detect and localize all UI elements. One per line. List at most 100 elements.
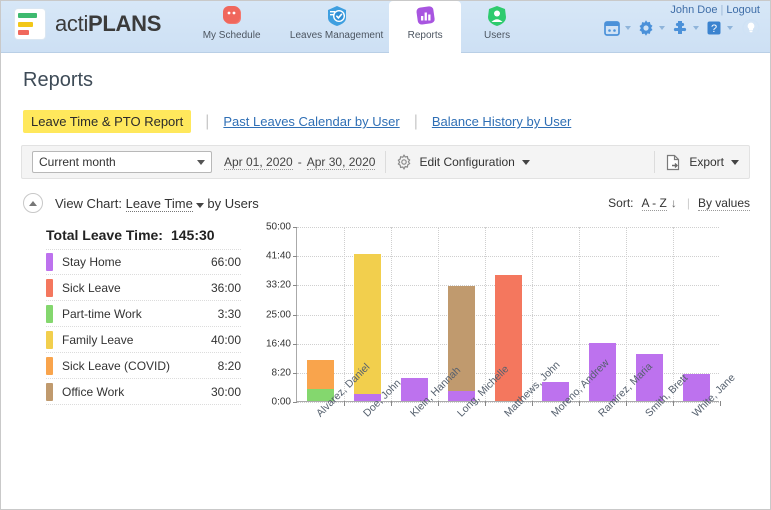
- chevron-down-icon[interactable]: [727, 26, 733, 30]
- total-leave-time: Total Leave Time:145:30: [46, 227, 241, 243]
- page-content: Reports Leave Time & PTO Report | Past L…: [1, 69, 770, 405]
- grid-line-vertical: [532, 227, 533, 401]
- grid-line-vertical: [438, 227, 439, 401]
- toolbar-spacer: [540, 146, 654, 178]
- y-axis-tick: [293, 402, 297, 403]
- bar-segment[interactable]: [307, 360, 333, 389]
- legend-label: Office Work: [62, 385, 211, 399]
- help-question-icon[interactable]: ?: [705, 19, 723, 37]
- legend-label: Sick Leave (COVID): [62, 359, 218, 373]
- sort-divider: |: [687, 196, 690, 210]
- grid-line-vertical: [485, 227, 486, 401]
- grid-line-vertical: [344, 227, 345, 401]
- period-section: Current month Apr 01, 2020-Apr 30, 2020: [22, 146, 385, 178]
- view-chart-dropdown[interactable]: Leave Time: [126, 196, 193, 212]
- chart-plot-wrapper: 0:008:2016:4025:0033:2041:4050:00 Alvare…: [241, 227, 750, 405]
- grid-line-vertical: [391, 227, 392, 401]
- y-axis-tick-label: 50:00: [266, 222, 291, 233]
- legend-row[interactable]: Part-time Work3:30: [46, 301, 241, 327]
- check-badge-icon: [324, 5, 350, 29]
- gear-icon[interactable]: [637, 19, 655, 37]
- chevron-down-icon: [731, 160, 739, 165]
- export-document-icon: [665, 154, 682, 171]
- date-dash: -: [298, 155, 302, 169]
- export-section[interactable]: Export: [655, 146, 749, 178]
- legend-value: 36:00: [211, 281, 241, 295]
- legend-color-swatch: [46, 383, 53, 401]
- legend-label: Sick Leave: [62, 281, 211, 295]
- user-name[interactable]: John Doe: [670, 4, 717, 16]
- period-select[interactable]: Current month: [32, 151, 212, 173]
- user-line: John Doe|Logout: [670, 4, 760, 16]
- y-axis-tick-label: 16:40: [266, 338, 291, 349]
- header-tool-icons: ?: [603, 19, 760, 37]
- y-axis-tick-label: 0:00: [272, 397, 291, 408]
- chevron-up-icon: [29, 201, 37, 206]
- report-toolbar: Current month Apr 01, 2020-Apr 30, 2020 …: [21, 145, 750, 179]
- nav-tab-users[interactable]: Users: [461, 1, 533, 53]
- logout-link[interactable]: Logout: [726, 4, 760, 16]
- date-to[interactable]: Apr 30, 2020: [307, 155, 376, 170]
- legend-label: Family Leave: [62, 333, 211, 347]
- legend-row[interactable]: Sick Leave (COVID)8:20: [46, 353, 241, 379]
- sort-alphabetical[interactable]: A - Z: [642, 196, 667, 211]
- sort-by-values[interactable]: By values: [698, 196, 750, 211]
- report-tab-leave-time-pto[interactable]: Leave Time & PTO Report: [23, 110, 191, 133]
- legend-color-swatch: [46, 331, 53, 349]
- report-tab-past-leaves-calendar[interactable]: Past Leaves Calendar by User: [223, 110, 399, 133]
- gear-icon: [396, 154, 412, 170]
- y-axis-tick-label: 25:00: [266, 309, 291, 320]
- chevron-down-icon[interactable]: [196, 203, 204, 208]
- date-from[interactable]: Apr 01, 2020: [224, 155, 293, 170]
- chevron-down-icon[interactable]: [625, 26, 631, 30]
- grid-line-vertical: [579, 227, 580, 401]
- logo-wordmark: actiPLANS: [55, 11, 161, 37]
- view-chart-label: View Chart:: [55, 196, 122, 211]
- y-axis-tick-label: 8:20: [272, 367, 291, 378]
- nav-tab-leaves-management[interactable]: Leaves Management: [284, 1, 389, 53]
- chevron-down-icon[interactable]: [659, 26, 665, 30]
- nav-tab-my-schedule[interactable]: My Schedule: [179, 1, 284, 53]
- period-select-value: Current month: [39, 155, 197, 169]
- calendar-icon[interactable]: [603, 19, 621, 37]
- legend-row[interactable]: Stay Home66:00: [46, 249, 241, 275]
- logo-text-light: acti: [55, 11, 88, 36]
- report-tab-balance-history[interactable]: Balance History by User: [432, 110, 571, 133]
- app-header: actiPLANS My Schedule: [1, 1, 770, 53]
- sort-controls: Sort: A - Z ↓ | By values: [608, 196, 750, 211]
- grid-line-horizontal: [297, 227, 719, 228]
- svg-text:?: ?: [711, 23, 717, 35]
- chevron-down-icon: [197, 160, 205, 165]
- legend-rows: Stay Home66:00Sick Leave36:00Part-time W…: [46, 249, 241, 405]
- main-navigation: My Schedule Leaves Management: [179, 1, 533, 53]
- legend-row[interactable]: Office Work30:00: [46, 379, 241, 405]
- chevron-down-icon: [522, 160, 530, 165]
- collapse-chart-button[interactable]: [23, 193, 43, 213]
- nav-tab-label: Reports: [408, 30, 443, 41]
- bar-chart: 0:008:2016:4025:0033:2041:4050:00 Alvare…: [249, 227, 719, 402]
- sort-direction-icon[interactable]: ↓: [671, 196, 677, 210]
- y-axis-tick: [293, 256, 297, 257]
- grid-line-vertical: [626, 227, 627, 401]
- app-logo[interactable]: actiPLANS: [1, 1, 161, 39]
- actiplans-logo-icon: [15, 9, 45, 39]
- chevron-down-icon[interactable]: [693, 26, 699, 30]
- tab-divider: |: [414, 113, 418, 131]
- puzzle-icon[interactable]: [671, 19, 689, 37]
- edit-configuration-section[interactable]: Edit Configuration: [386, 146, 539, 178]
- export-label: Export: [689, 155, 724, 169]
- sort-label: Sort:: [608, 196, 633, 210]
- bar-chart-icon: [412, 5, 438, 29]
- y-axis-tick-label: 41:40: [266, 251, 291, 262]
- nav-tab-reports[interactable]: Reports: [389, 1, 461, 53]
- legend-label: Stay Home: [62, 255, 211, 269]
- legend-row[interactable]: Sick Leave36:00: [46, 275, 241, 301]
- legend-value: 8:20: [218, 359, 241, 373]
- legend-color-swatch: [46, 305, 53, 323]
- lightbulb-icon[interactable]: [742, 19, 760, 37]
- legend-value: 30:00: [211, 385, 241, 399]
- view-chart-control: View Chart: Leave Time by Users: [55, 196, 259, 211]
- y-axis-tick: [293, 344, 297, 345]
- legend-row[interactable]: Family Leave40:00: [46, 327, 241, 353]
- header-right-cluster: John Doe|Logout: [603, 1, 770, 53]
